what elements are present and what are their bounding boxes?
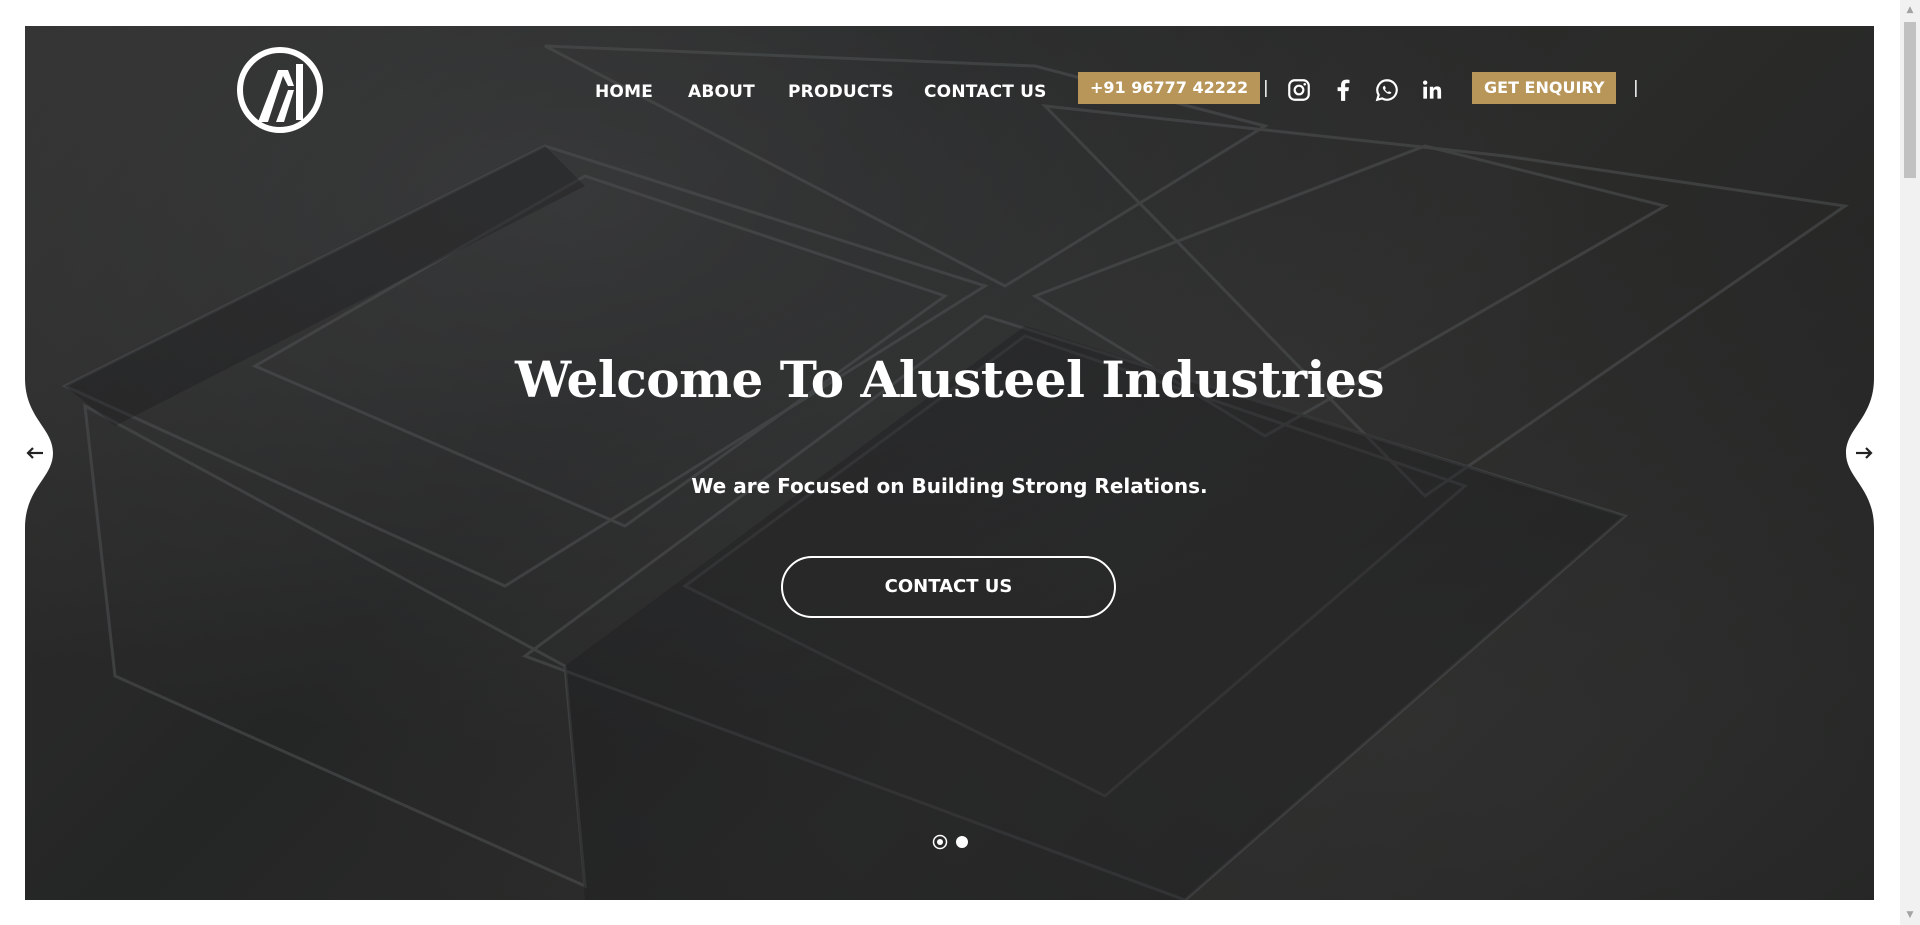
linkedin-icon[interactable]: [1419, 77, 1445, 103]
alusteel-logo-icon[interactable]: [236, 46, 324, 134]
hero-title: Welcome To Alusteel Industries: [514, 350, 1385, 409]
hero-overlay: [25, 26, 1874, 900]
scroll-down-arrow-icon[interactable]: ▼: [1900, 905, 1920, 925]
slider-next-button[interactable]: [1842, 378, 1874, 528]
nav-separator: |: [1263, 78, 1269, 98]
slide-dot-2[interactable]: [954, 834, 970, 850]
scroll-thumb[interactable]: [1904, 22, 1916, 178]
page-scrollbar[interactable]: ▲ ▼: [1900, 0, 1920, 925]
nav-contact-us[interactable]: CONTACT US: [924, 74, 1047, 110]
nav-home[interactable]: HOME: [595, 74, 653, 110]
scroll-up-arrow-icon[interactable]: ▲: [1900, 0, 1920, 20]
whatsapp-icon[interactable]: [1374, 77, 1400, 103]
slide-dot-1[interactable]: [932, 834, 948, 850]
nav-about[interactable]: ABOUT: [688, 74, 755, 110]
phone-button[interactable]: +91 96777 42222: [1078, 72, 1261, 104]
slider-prev-button[interactable]: [25, 378, 57, 528]
nav-separator-right: |: [1633, 78, 1639, 98]
hero-subtitle: We are Focused on Building Strong Relati…: [691, 474, 1208, 498]
facebook-icon[interactable]: [1330, 77, 1356, 103]
get-enquiry-button[interactable]: GET ENQUIRY: [1472, 72, 1617, 104]
hero-contact-us-button[interactable]: CONTACT US: [781, 556, 1116, 618]
instagram-icon[interactable]: [1286, 77, 1312, 103]
nav-products[interactable]: PRODUCTS: [788, 74, 894, 110]
hero-slider: HOME ABOUT PRODUCTS CONTACT US +91 96777…: [25, 26, 1874, 900]
